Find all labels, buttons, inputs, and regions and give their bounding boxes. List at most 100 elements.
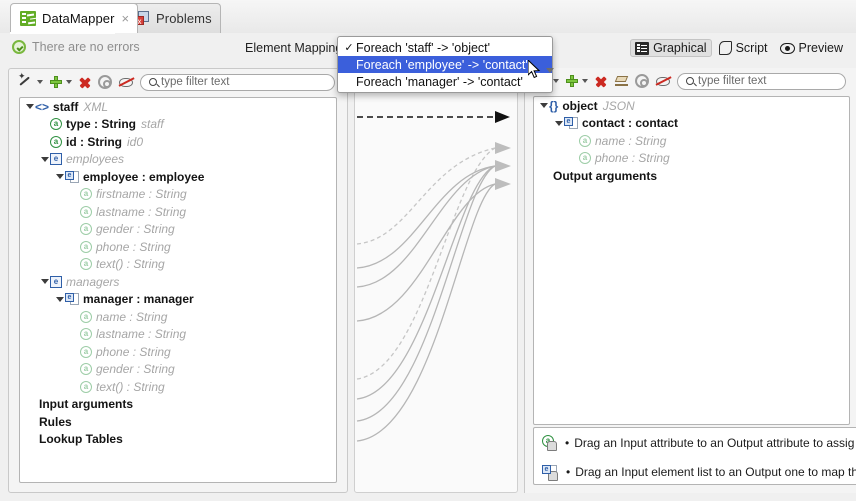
output-add-button[interactable]	[565, 74, 588, 88]
mapping-line	[357, 184, 495, 321]
tree-row-label: text() : String	[96, 257, 165, 271]
input-tree[interactable]: <>staffXMLatype : Stringstaffaid : Strin…	[19, 97, 337, 483]
twisty-expanded-icon[interactable]	[538, 103, 549, 108]
twisty-expanded-icon[interactable]	[24, 104, 35, 109]
tab-datamapper-label: DataMapper	[42, 11, 115, 26]
mode-preview-label: Preview	[799, 41, 843, 55]
attribute-icon: a	[80, 363, 92, 375]
input-delete-button[interactable]	[78, 75, 92, 89]
element-list-icon	[65, 293, 79, 305]
tree-row[interactable]: Input arguments	[20, 396, 336, 414]
twisty-expanded-icon[interactable]	[54, 297, 65, 302]
tree-row-label: Lookup Tables	[39, 432, 123, 446]
tree-row[interactable]: Lookup Tables	[20, 431, 336, 449]
search-icon	[686, 77, 694, 85]
tree-row[interactable]: emanagers	[20, 273, 336, 291]
mapping-line	[357, 166, 495, 421]
mapping-canvas-panel[interactable]	[354, 68, 518, 493]
input-settings-button[interactable]	[98, 75, 112, 89]
mode-graphical[interactable]: Graphical	[630, 39, 712, 57]
tab-datamapper[interactable]: DataMapper ×	[10, 3, 138, 33]
tree-row[interactable]: <>staffXML	[20, 98, 336, 116]
input-filter-box[interactable]: type filter text	[140, 74, 335, 91]
tree-row[interactable]: aname : String	[534, 132, 849, 150]
tree-row[interactable]: aphone : String	[20, 343, 336, 361]
output-tree[interactable]: {}objectJSONcontact : contactaname : Str…	[533, 96, 850, 425]
tree-row[interactable]: afirstname : String	[20, 186, 336, 204]
output-hide-button[interactable]	[655, 75, 671, 88]
tree-row[interactable]: aname : String	[20, 308, 336, 326]
view-mode-group: Graphical Script Preview	[630, 39, 848, 57]
element-drag-icon	[542, 465, 558, 479]
tree-row[interactable]: atext() : String	[20, 378, 336, 396]
input-magic-wand-button[interactable]	[19, 75, 43, 90]
tree-row[interactable]: a text() : String	[20, 256, 336, 274]
mode-script[interactable]: Script	[714, 39, 773, 57]
tree-row[interactable]: manager : manager	[20, 291, 336, 309]
mapping-line	[357, 166, 495, 399]
twisty-expanded-icon[interactable]	[39, 279, 50, 284]
attribute-icon: a	[80, 346, 92, 358]
input-filter-placeholder: type filter text	[161, 76, 229, 88]
close-icon[interactable]: ×	[122, 12, 130, 25]
tab-problems[interactable]: Problems	[125, 3, 221, 33]
hint-text: Drag an Input attribute to an Output att…	[574, 436, 854, 450]
element-icon: e	[50, 276, 62, 288]
graphical-icon	[635, 42, 649, 55]
tree-row-type: staff	[141, 117, 164, 131]
dropdown-item[interactable]: Foreach 'manager' -> 'contact'	[338, 73, 552, 90]
tree-row[interactable]: alastname : String	[20, 203, 336, 221]
editor-tab-bar: DataMapper × Problems	[0, 0, 856, 34]
tree-row[interactable]: agender : String	[20, 221, 336, 239]
mapping-line	[357, 166, 495, 268]
output-delete-button[interactable]	[594, 74, 608, 88]
check-icon: ✓	[342, 41, 356, 54]
hint-row: • Drag an Input element list to an Outpu…	[534, 457, 856, 486]
input-toolbar: type filter text	[9, 69, 347, 95]
tree-row-type: JSON	[603, 99, 635, 113]
attribute-icon: a	[80, 258, 92, 270]
tab-problems-label: Problems	[156, 11, 212, 26]
tree-row[interactable]: Output arguments	[534, 167, 849, 185]
mouse-cursor	[528, 60, 541, 79]
tree-row[interactable]: employee : employee	[20, 168, 336, 186]
tree-row[interactable]: atype : Stringstaff	[20, 116, 336, 134]
tree-row-label: name : String	[595, 134, 666, 148]
tree-row[interactable]: aid : Stringid0	[20, 133, 336, 151]
output-filter-placeholder: type filter text	[698, 75, 766, 87]
tree-row-label: Output arguments	[553, 169, 657, 183]
hints-panel: • Drag an Input attribute to an Output a…	[533, 427, 856, 485]
tree-row[interactable]: Rules	[20, 413, 336, 431]
input-hide-button[interactable]	[118, 76, 134, 89]
tree-row-type: id0	[127, 135, 143, 149]
element-mapping-dropdown[interactable]: ✓Foreach 'staff' -> 'object'Foreach 'emp…	[337, 36, 553, 93]
output-filter-box[interactable]: type filter text	[677, 73, 846, 90]
tree-row[interactable]: aphone : String	[534, 150, 849, 168]
dropdown-item[interactable]: ✓Foreach 'staff' -> 'object'	[338, 39, 552, 56]
output-eraser-button[interactable]	[614, 74, 629, 88]
mode-preview[interactable]: Preview	[775, 39, 848, 57]
input-add-button[interactable]	[49, 75, 72, 89]
dropdown-item-label: Foreach 'staff' -> 'object'	[356, 41, 490, 55]
twisty-expanded-icon[interactable]	[54, 174, 65, 179]
tree-row[interactable]: contact : contact	[534, 115, 849, 133]
arrow-head	[495, 142, 511, 154]
dropdown-item[interactable]: Foreach 'employee' -> 'contact'	[338, 56, 552, 73]
twisty-expanded-icon[interactable]	[553, 121, 564, 126]
attribute-icon: a	[80, 311, 92, 323]
output-settings-button[interactable]	[635, 74, 649, 88]
tree-row[interactable]: aphone : String	[20, 238, 336, 256]
tree-row[interactable]: agender : String	[20, 361, 336, 379]
dropdown-chevron-icon[interactable]	[546, 68, 554, 73]
mapping-canvas[interactable]	[355, 69, 517, 492]
tree-row-label: employees	[66, 152, 124, 166]
tree-row[interactable]: e employees	[20, 151, 336, 169]
tree-row[interactable]: {}objectJSON	[534, 97, 849, 115]
bullet: •	[566, 465, 570, 479]
twisty-expanded-icon[interactable]	[39, 157, 50, 162]
attribute-icon: a	[80, 241, 92, 253]
tree-row-label: lastname : String	[96, 327, 186, 341]
mode-graphical-label: Graphical	[653, 41, 707, 55]
element-icon: e	[50, 153, 62, 165]
tree-row[interactable]: alastname : String	[20, 326, 336, 344]
